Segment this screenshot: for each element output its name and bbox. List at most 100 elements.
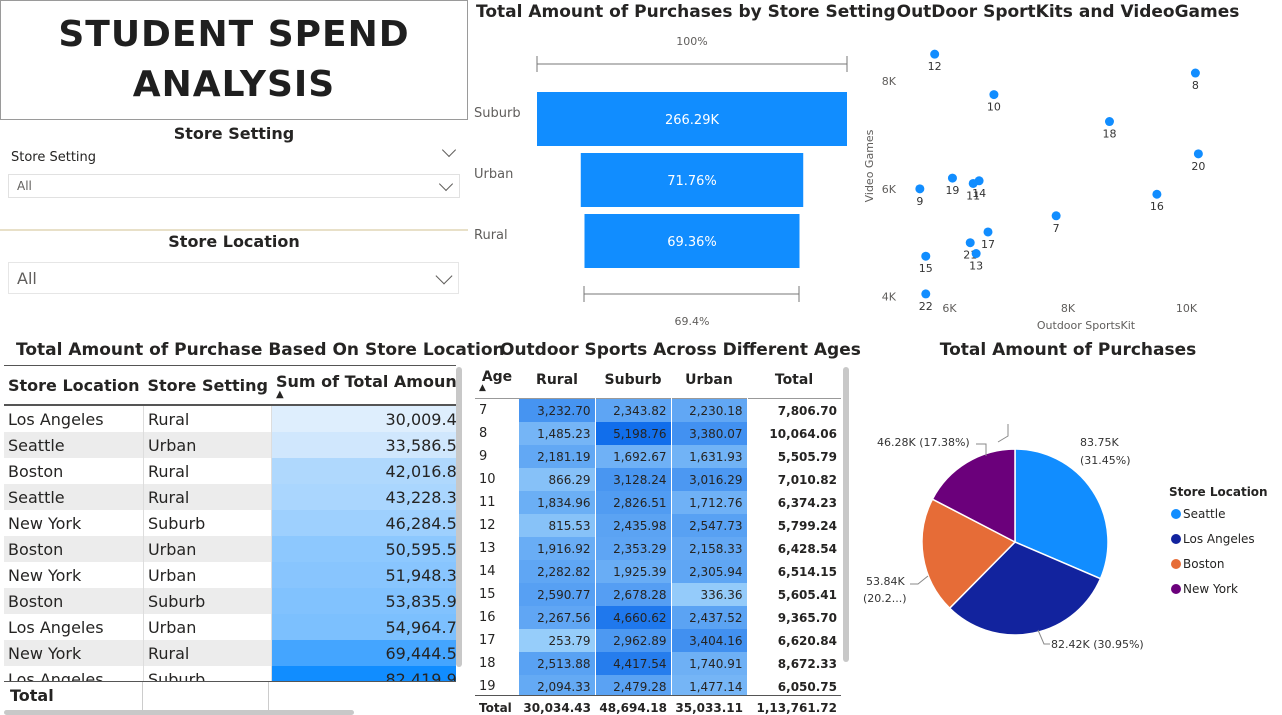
scatter-point-19[interactable] bbox=[947, 173, 957, 183]
legend-item-losangeles[interactable]: Los Angeles bbox=[1183, 532, 1255, 546]
cell-store-location: Los Angeles bbox=[4, 405, 144, 432]
location-table-hscroll[interactable] bbox=[4, 710, 354, 715]
scatter-point-label-13: 13 bbox=[969, 260, 983, 273]
scatter-point-18[interactable] bbox=[1104, 117, 1114, 127]
cell-urban: 2,305.94 bbox=[671, 560, 748, 583]
scatter-point-10[interactable] bbox=[989, 90, 999, 100]
col-sum-total-amount[interactable]: Sum of Total Amoun ▲ bbox=[272, 366, 456, 406]
table-row[interactable]: 10 866.29 3,128.24 3,016.29 7,010.82 bbox=[475, 468, 841, 491]
col-age[interactable]: Age ▲ bbox=[475, 362, 519, 399]
col-store-location[interactable]: Store Location bbox=[4, 366, 143, 406]
table-row[interactable]: Seattle Urban 33,586.5 bbox=[4, 432, 456, 458]
col-store-setting[interactable]: Store Setting bbox=[143, 366, 271, 406]
table-row[interactable]: 7 3,232.70 2,343.82 2,230.18 7,806.70 bbox=[475, 398, 841, 422]
table-row[interactable]: 8 1,485.23 5,198.76 3,380.07 10,064.06 bbox=[475, 422, 841, 445]
scatter-point-21[interactable] bbox=[965, 238, 975, 248]
legend-marker-boston bbox=[1171, 559, 1181, 569]
cell-rural: 2,267.56 bbox=[519, 606, 596, 629]
cell-age: 13 bbox=[479, 541, 496, 556]
cell-suburb: 2,826.51 bbox=[595, 491, 672, 514]
col-urban[interactable]: Urban bbox=[671, 362, 747, 399]
scatter-ytick: 8K bbox=[882, 75, 897, 88]
cell-rural: 2,181.19 bbox=[519, 445, 596, 468]
table-row[interactable]: 12 815.53 2,435.98 2,547.73 5,799.24 bbox=[475, 514, 841, 537]
funnel-stage-label-urban: Urban bbox=[474, 167, 513, 182]
table-row[interactable]: 17 253.79 2,962.89 3,404.16 6,620.84 bbox=[475, 629, 841, 652]
cell-age: 11 bbox=[479, 495, 496, 510]
slicer-collapse-chevron-icon[interactable] bbox=[441, 142, 457, 158]
location-table: Store Location Store Setting Sum of Tota… bbox=[4, 365, 456, 692]
col-age-label: Age bbox=[481, 369, 513, 385]
divider bbox=[0, 229, 468, 231]
scatter-point-7[interactable] bbox=[1051, 211, 1061, 221]
table-row[interactable]: 16 2,267.56 4,660.62 2,437.52 9,365.70 bbox=[475, 606, 841, 629]
store-setting-dropdown-value: All bbox=[17, 179, 32, 193]
scatter-point-label-9: 9 bbox=[916, 195, 923, 208]
cell-total: 5,605.41 bbox=[777, 587, 837, 602]
table-row[interactable]: 13 1,916.92 2,353.29 2,158.33 6,428.54 bbox=[475, 537, 841, 560]
table-row[interactable]: Los Angeles Urban 54,964.7 bbox=[4, 614, 456, 640]
cell-suburb: 2,353.29 bbox=[595, 537, 672, 560]
cell-rural: 1,916.92 bbox=[519, 537, 596, 560]
table-row[interactable]: Boston Urban 50,595.5 bbox=[4, 536, 456, 562]
cell-store-setting: Urban bbox=[143, 432, 273, 458]
location-table-title: Total Amount of Purchase Based On Store … bbox=[16, 340, 505, 360]
store-location-dropdown[interactable]: All bbox=[8, 262, 459, 294]
cell-sum-total: 42,016.8 bbox=[271, 458, 456, 484]
legend-item-boston[interactable]: Boston bbox=[1183, 557, 1224, 571]
table-row[interactable]: New York Rural 69,444.5 bbox=[4, 640, 456, 666]
cell-store-location: Los Angeles bbox=[4, 614, 144, 640]
table-row[interactable]: 15 2,590.77 2,678.28 336.36 5,605.41 bbox=[475, 583, 841, 606]
table-row[interactable]: Seattle Rural 43,228.3 bbox=[4, 484, 456, 510]
cell-total: 6,374.23 bbox=[777, 495, 837, 510]
pie-label-boston: 53.84K (20.2...) bbox=[863, 575, 929, 605]
scatter-point-label-8: 8 bbox=[1192, 79, 1199, 92]
legend-item-newyork[interactable]: New York bbox=[1183, 582, 1238, 596]
scatter-point-8[interactable] bbox=[1190, 68, 1200, 78]
store-setting-dropdown[interactable]: All bbox=[8, 174, 460, 198]
legend-marker-losangeles bbox=[1171, 534, 1181, 544]
table-row[interactable]: Boston Suburb 53,835.9 bbox=[4, 588, 456, 614]
scatter-point-9[interactable] bbox=[915, 184, 925, 194]
cell-store-setting: Rural bbox=[143, 484, 273, 510]
table-row[interactable]: 9 2,181.19 1,692.67 1,631.93 5,505.79 bbox=[475, 445, 841, 468]
cell-store-setting: Urban bbox=[143, 562, 273, 588]
scatter-point-20[interactable] bbox=[1193, 149, 1203, 159]
col-suburb[interactable]: Suburb bbox=[595, 362, 671, 399]
funnel-top-pct: 100% bbox=[676, 35, 707, 48]
col-total[interactable]: Total bbox=[747, 362, 841, 399]
scatter-point-label-20: 20 bbox=[1191, 160, 1205, 173]
cell-store-setting: Urban bbox=[143, 536, 273, 562]
cell-sum-total: 53,835.9 bbox=[271, 588, 456, 614]
cell-age: 15 bbox=[479, 587, 496, 602]
table-row[interactable]: 11 1,834.96 2,826.51 1,712.76 6,374.23 bbox=[475, 491, 841, 514]
funnel-stage-label-suburb: Suburb bbox=[474, 106, 521, 121]
scatter-point-17[interactable] bbox=[983, 227, 993, 237]
scatter-point-11[interactable] bbox=[968, 178, 978, 188]
table-row[interactable]: Los Angeles Rural 30,009.4 bbox=[4, 405, 456, 432]
scatter-point-15[interactable] bbox=[921, 251, 931, 261]
table-row[interactable]: 18 2,513.88 4,417.54 1,740.91 8,672.33 bbox=[475, 652, 841, 675]
scatter-xtick: 6K bbox=[942, 302, 957, 315]
legend-item-seattle[interactable]: Seattle bbox=[1183, 507, 1225, 521]
scatter-point-16[interactable] bbox=[1152, 189, 1162, 199]
slicer-store-location-header: Store Location bbox=[168, 232, 300, 251]
total-cell: 1,13,761.72 bbox=[756, 700, 837, 715]
location-table-vscroll[interactable] bbox=[456, 367, 462, 667]
table-row[interactable]: 14 2,282.82 1,925.39 2,305.94 6,514.15 bbox=[475, 560, 841, 583]
scatter-ytick: 6K bbox=[882, 183, 897, 196]
total-cell: 30,034.43 bbox=[523, 700, 591, 715]
cell-age: 8 bbox=[479, 426, 488, 441]
cell-urban: 2,158.33 bbox=[671, 537, 748, 560]
table-row[interactable]: Boston Rural 42,016.8 bbox=[4, 458, 456, 484]
scatter-point-13[interactable] bbox=[971, 249, 981, 259]
cell-store-location: Seattle bbox=[4, 432, 144, 458]
table-row[interactable]: New York Urban 51,948.3 bbox=[4, 562, 456, 588]
table-row[interactable]: New York Suburb 46,284.5 bbox=[4, 510, 456, 536]
scatter-point-12[interactable] bbox=[930, 49, 940, 59]
col-rural[interactable]: Rural bbox=[519, 362, 595, 399]
cell-age: 14 bbox=[479, 564, 496, 579]
age-matrix-vscroll[interactable] bbox=[843, 367, 849, 662]
cell-sum-total: 46,284.5 bbox=[271, 510, 456, 536]
scatter-point-22[interactable] bbox=[921, 289, 931, 299]
